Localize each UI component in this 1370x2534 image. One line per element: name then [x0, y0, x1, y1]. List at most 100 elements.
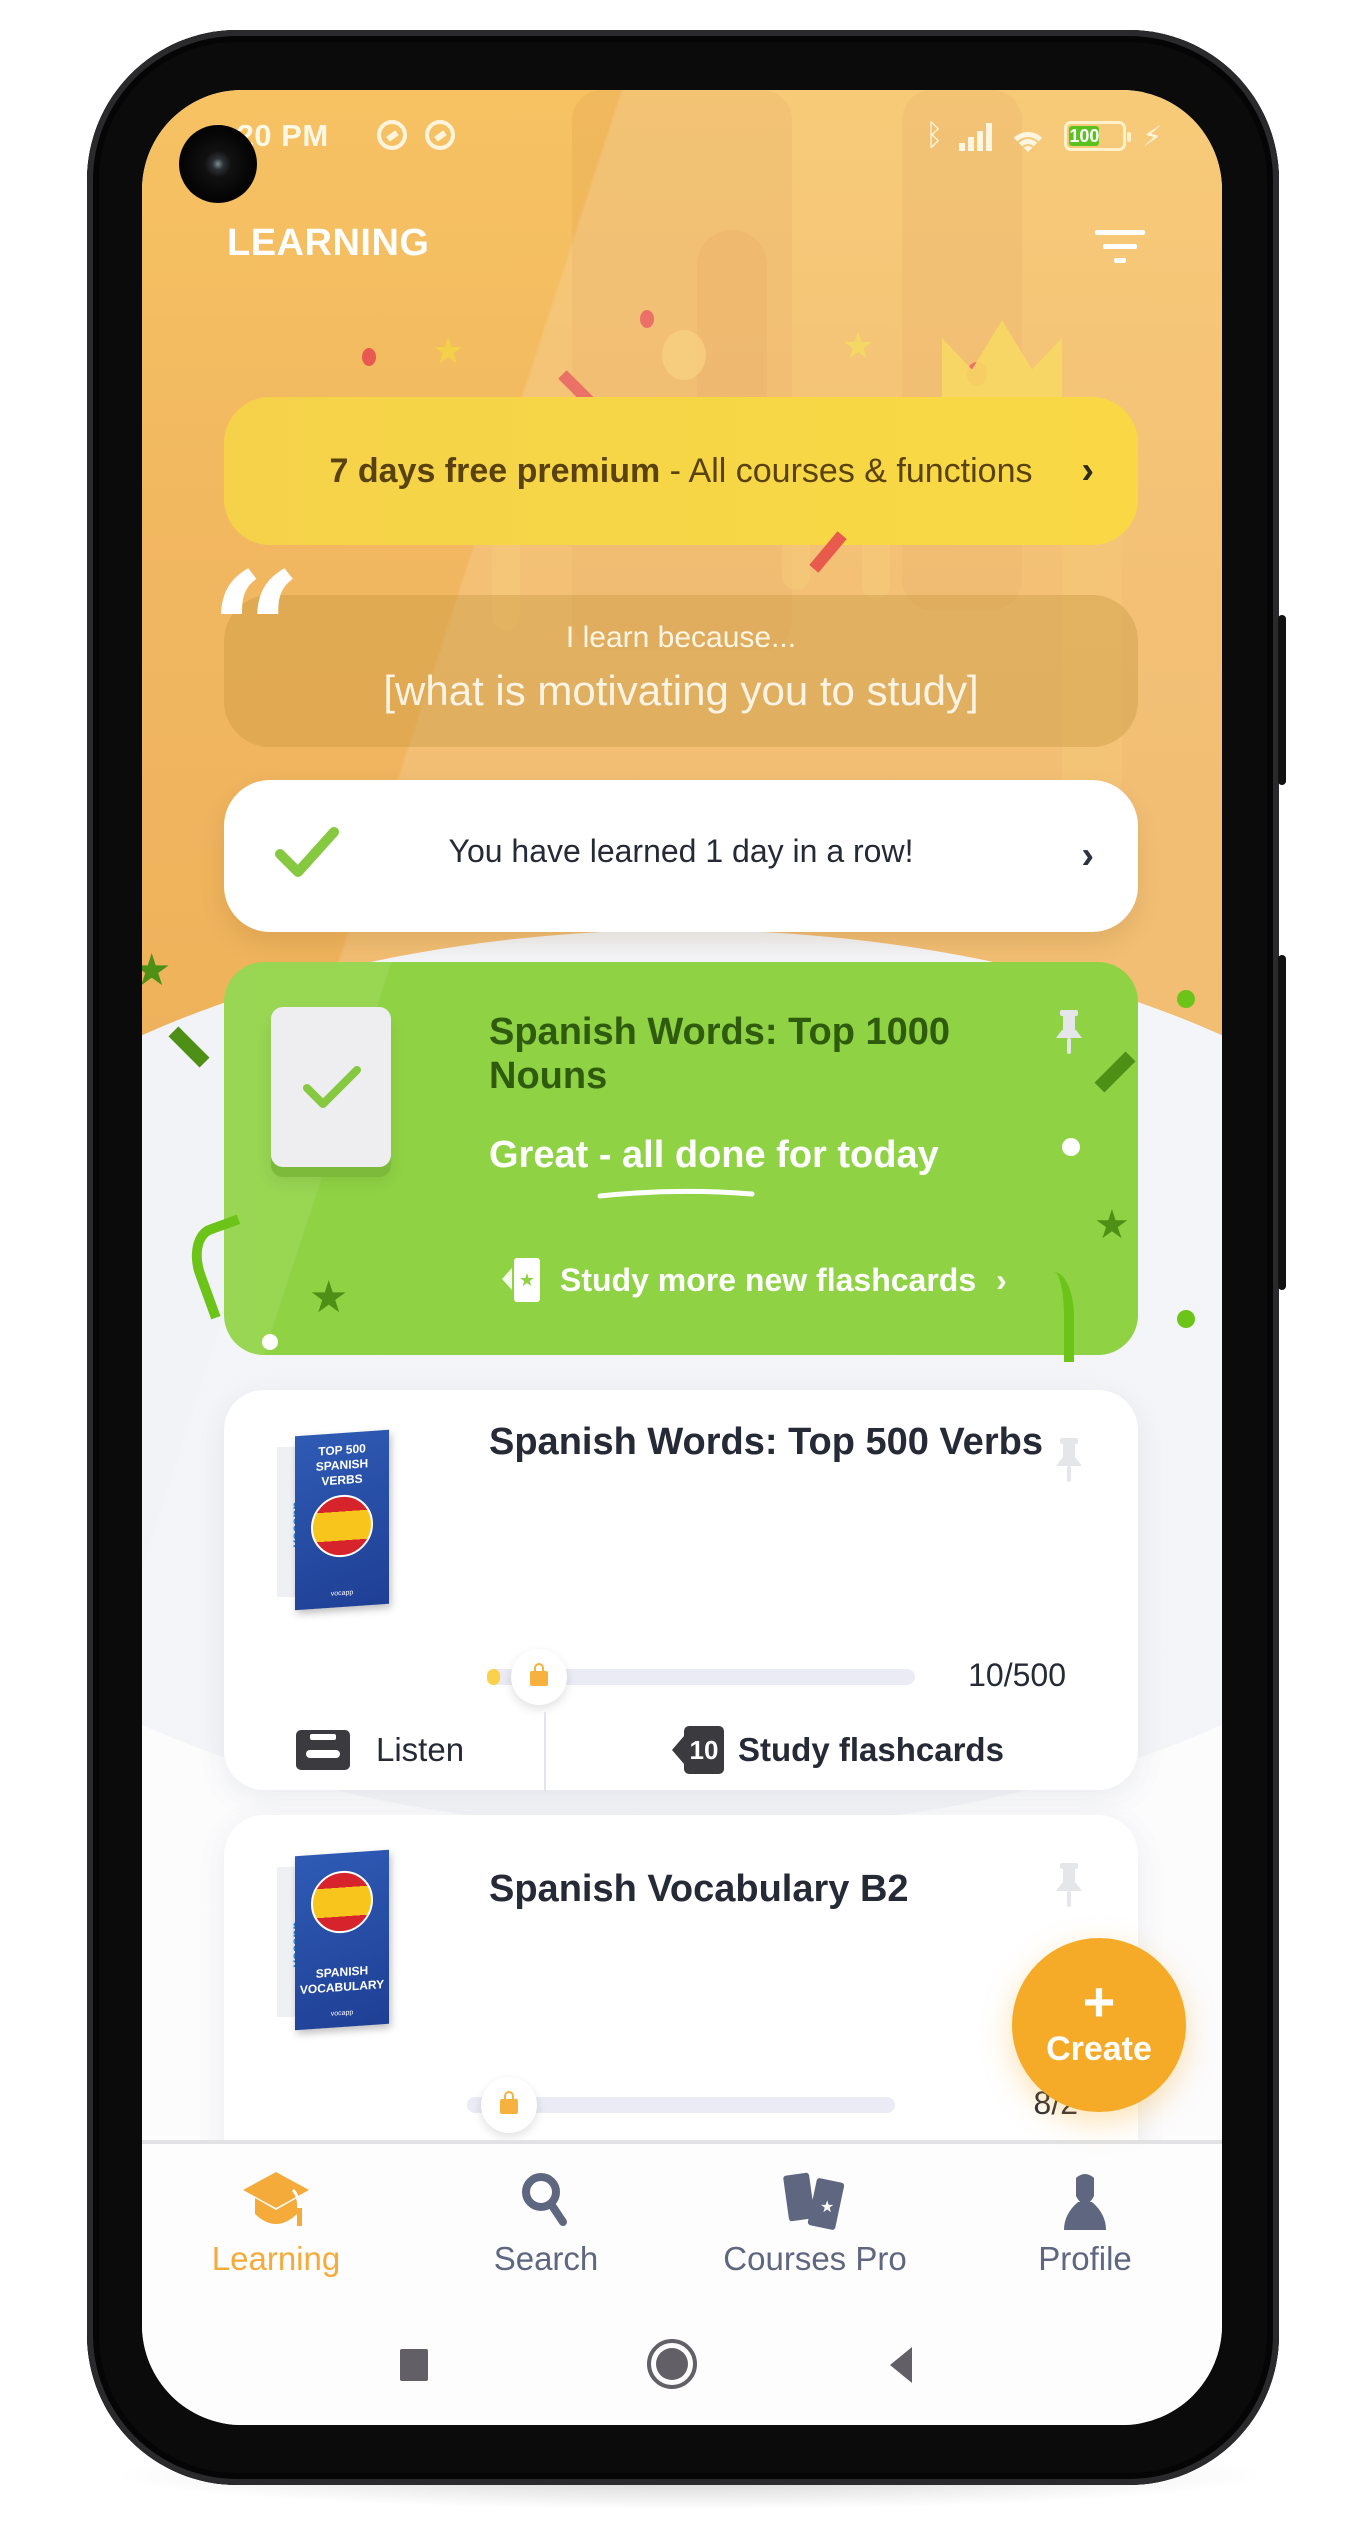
confetti — [1062, 1138, 1080, 1156]
filter-icon-line — [1114, 258, 1126, 263]
course-status: Great - all done for today — [489, 1134, 939, 1177]
confetti — [1177, 1310, 1195, 1328]
progress-lock-knob — [511, 1649, 567, 1705]
status-bar: 9:20 PM ᛒ 100 ⚡ — [142, 112, 1222, 162]
study-flashcards-button[interactable]: 10 Study flashcards — [672, 1726, 1004, 1774]
charging-icon: ⚡ — [1142, 120, 1162, 152]
course-card-verbs[interactable]: vocapp TOP 500 SPANISH VERBS vocapp Span… — [224, 1390, 1138, 1792]
star-icon: ★ — [842, 325, 875, 366]
confetti — [662, 330, 706, 380]
nav-courses-pro[interactable]: ★ Courses Pro — [705, 2170, 925, 2278]
motivation-placeholder[interactable]: [what is motivating you to study] — [224, 667, 1138, 715]
study-more-button[interactable]: ★ Study more new flashcards › — [502, 1258, 1007, 1302]
check-icon — [303, 1066, 361, 1108]
study-more-label: Study more new flashcards — [560, 1261, 977, 1298]
search-icon — [522, 2173, 567, 2226]
star-icon: ★ — [309, 1273, 349, 1322]
nav-search[interactable]: Search — [436, 2170, 656, 2278]
power-button — [1278, 955, 1286, 1290]
progress-count: 10/500 — [968, 1657, 1066, 1693]
app-notification-icon — [425, 120, 455, 150]
filter-button[interactable] — [1093, 224, 1147, 274]
cassette-icon — [296, 1730, 350, 1770]
create-label: Create — [1046, 2030, 1152, 2068]
lock-icon — [530, 1663, 548, 1686]
nav-label: Search — [493, 2240, 599, 2277]
home-button[interactable] — [647, 2339, 697, 2389]
streak-text: You have learned 1 day in a row! — [448, 833, 914, 869]
premium-title: 7 days free premium — [329, 451, 661, 490]
course-cover: vocapp TOP 500 SPANISH VERBS vocapp — [277, 1429, 389, 1611]
motivation-subtitle: I learn because... — [565, 621, 797, 654]
course-title: Spanish Words: Top 1000 Nouns — [489, 1011, 951, 1097]
premium-banner[interactable]: 7 days free premium - All courses & func… — [224, 397, 1138, 545]
chevron-right-icon: › — [1081, 834, 1094, 877]
listen-label: Listen — [376, 1731, 465, 1768]
app-screen: ★ ★ 9:20 PM ᛒ 100 ⚡ LEARNING 7 days free… — [142, 90, 1222, 2425]
cover-brand-bottom: vocapp — [330, 1589, 354, 1598]
course-actions: Listen 10 Study flashcards — [224, 1712, 1138, 1792]
spain-flag-icon — [311, 1492, 373, 1560]
nav-label: Profile — [1038, 2240, 1132, 2277]
page-title: LEARNING — [227, 222, 430, 264]
nav-label: Courses Pro — [723, 2240, 907, 2277]
recent-apps-button[interactable] — [400, 2349, 428, 2381]
star-icon: ★ — [1094, 1203, 1130, 1247]
top-bar: LEARNING — [142, 200, 1222, 290]
confetti — [1177, 990, 1195, 1008]
bluetooth-icon: ᛒ — [925, 119, 944, 152]
premium-text: 7 days free premium - All courses & func… — [330, 452, 1033, 491]
course-cover: vocapp SPANISH VOCABULARY vocapp — [277, 1849, 389, 2031]
nav-learning[interactable]: Learning — [166, 2170, 386, 2278]
course-card-nouns[interactable]: Spanish Words: Top 1000 Nouns Great - al… — [180, 962, 1138, 1362]
create-button[interactable]: + Create — [1012, 1938, 1186, 2112]
star-icon: ★ — [142, 946, 172, 995]
flashcards-badge-icon: 10 — [672, 1726, 724, 1774]
app-notification-icon — [377, 120, 407, 150]
pin-icon[interactable] — [1054, 1438, 1084, 1484]
course-title: Spanish Vocabulary B2 — [489, 1868, 909, 1910]
front-camera — [179, 125, 257, 203]
confetti — [640, 310, 654, 328]
wifi-icon — [1008, 120, 1049, 152]
premium-subtitle: - All courses & functions — [660, 451, 1033, 490]
filter-icon-line — [1103, 244, 1137, 249]
graduation-cap-icon — [243, 2172, 309, 2226]
signal-icon — [959, 121, 993, 151]
progress-lock-knob — [481, 2077, 537, 2133]
pin-icon[interactable] — [1054, 1863, 1084, 1909]
done-flashcard-icon — [271, 1007, 391, 1167]
confetti — [362, 348, 376, 366]
plus-icon: + — [1082, 1970, 1116, 2033]
volume-button — [1278, 615, 1286, 785]
back-button[interactable] — [890, 2347, 912, 2383]
pin-icon[interactable] — [1054, 1010, 1084, 1056]
star-icon: ★ — [432, 330, 465, 371]
course-title: Spanish Words: Top 500 Verbs — [489, 1421, 1043, 1463]
bottom-navigation: Learning Search ★ Courses Pro Profile — [142, 2140, 1222, 2425]
cover-brand-bottom: vocapp — [330, 2009, 354, 2018]
underline-decoration — [597, 1188, 755, 1199]
cover-title: SPANISH VOCABULARY — [299, 1963, 385, 1997]
motivation-card[interactable]: “ I learn because... [what is motivating… — [210, 551, 1138, 747]
status-main: all done for today — [622, 1134, 939, 1176]
svg-text:★: ★ — [820, 2197, 834, 2216]
cards-icon: ★ — [783, 2172, 845, 2230]
nav-label: Learning — [211, 2240, 341, 2277]
chevron-right-icon: › — [1081, 449, 1094, 492]
status-prefix: Great - — [489, 1134, 623, 1176]
spain-flag-icon — [311, 1868, 373, 1936]
nav-profile[interactable]: Profile — [975, 2170, 1195, 2278]
streak-card[interactable]: You have learned 1 day in a row! › — [224, 780, 1138, 932]
study-flashcards-label: Study flashcards — [738, 1731, 1004, 1768]
progress-fill — [487, 1669, 500, 1685]
lock-icon — [500, 2091, 518, 2114]
cover-title: TOP 500 SPANISH VERBS — [315, 1441, 369, 1489]
battery-icon: 100 — [1064, 121, 1132, 151]
divider — [544, 1712, 546, 1792]
person-icon — [1064, 2174, 1106, 2230]
flashcards-count: 10 — [684, 1726, 724, 1774]
listen-button[interactable]: Listen — [296, 1730, 464, 1770]
system-navigation — [142, 2339, 1222, 2399]
chevron-right-icon: › — [996, 1261, 1007, 1298]
